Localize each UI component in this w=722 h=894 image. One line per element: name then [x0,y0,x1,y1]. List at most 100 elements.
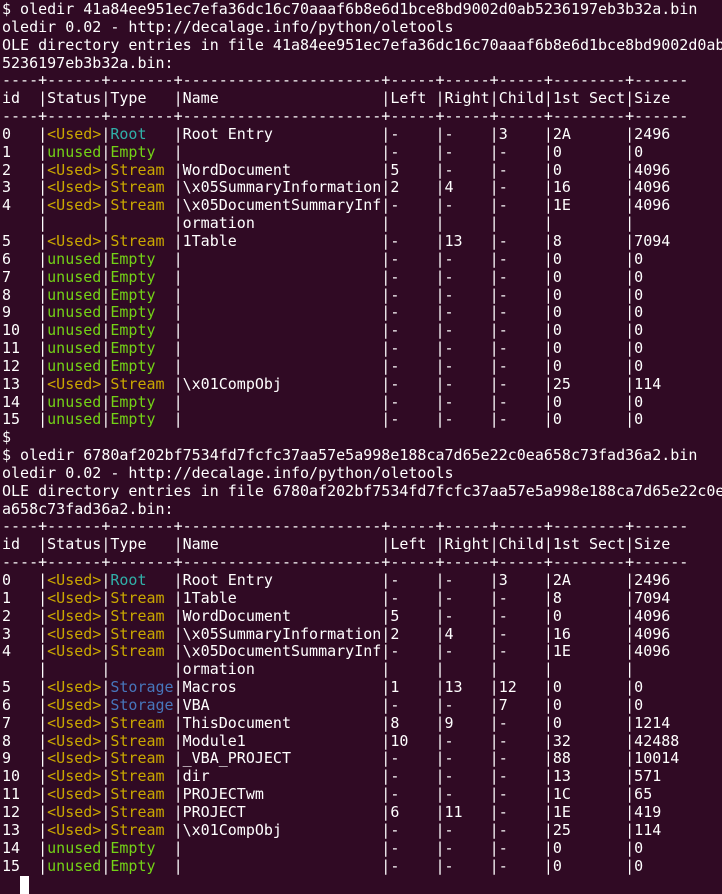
terminal-text-yellow: <Used> [47,749,101,767]
terminal-text-green: unused [47,303,101,321]
terminal-text: $ oledir 6780af202bf7534fd7fcfc37aa57e5a… [2,446,697,464]
terminal-line: 9 |unused|Empty | |- |- |- |0 |0 [2,304,722,322]
terminal-text: 6 | [2,696,47,714]
terminal-text-green: Empty [110,268,173,286]
terminal-text: |VBA |- |- |7 |0 |0 [174,696,644,714]
terminal-text: 12 | [2,357,47,375]
terminal-text-green: unused [47,250,101,268]
terminal-line: 14 |unused|Empty | |- |- |- |0 |0 [2,394,722,412]
terminal-text: |PROJECTwm |- |- |- |1C |65 [174,785,653,803]
terminal-text-green: unused [47,143,101,161]
terminal-text-yellow: Stream [110,803,173,821]
terminal-text: |Module1 |10 |- |- |32 |42488 [174,732,680,750]
terminal-line: 6 |<Used>|Storage|VBA |- |- |7 |0 |0 [2,697,722,715]
terminal-text-yellow: Stream [110,178,173,196]
terminal-text: id |Status|Type |Name |Left |Right|Child… [2,535,670,553]
terminal-text: | |- |- |- |0 |0 [174,143,644,161]
terminal-text: | |- |- |- |0 |0 [174,339,644,357]
terminal-text: | |- |- |- |0 |0 [174,321,644,339]
terminal-text: | |- |- |- |0 |0 [174,839,644,857]
terminal-text: 11 | [2,785,47,803]
terminal-line: ----+------+-------+--------------------… [2,554,722,572]
terminal-line: oledir 0.02 - http://decalage.info/pytho… [2,465,722,483]
terminal-text-yellow: Stream [110,161,173,179]
terminal-text: |\x05DocumentSummaryInf|- |- |- |1E |409… [174,642,671,660]
terminal-text-yellow: Stream [110,607,173,625]
terminal-text: 14 | [2,839,47,857]
terminal-line: 4 |<Used>|Stream |\x05DocumentSummaryInf… [2,643,722,661]
terminal-text: 2 | [2,161,47,179]
terminal-line: a658c73fad36a2.bin: [2,501,722,519]
terminal-text: 6 | [2,250,47,268]
terminal-text-green: Empty [110,250,173,268]
terminal-text: id |Status|Type |Name |Left |Right|Child… [2,89,670,107]
terminal-line: 9 |<Used>|Stream |_VBA_PROJECT |- |- |- … [2,750,722,768]
terminal-line: 12 |unused|Empty | |- |- |- |0 |0 [2,358,722,376]
terminal-text: OLE directory entries in file 41a84ee951… [2,36,722,54]
terminal-text-yellow: Stream [110,625,173,643]
terminal-text-green: Empty [110,339,173,357]
terminal-text-yellow: <Used> [47,678,101,696]
terminal-line: 0 |<Used>|Root |Root Entry |- |- |3 |2A … [2,572,722,590]
terminal-text: 10 | [2,767,47,785]
terminal-line: ----+------+-------+--------------------… [2,108,722,126]
terminal-cursor[interactable] [20,876,29,894]
terminal-line: 6 |unused|Empty | |- |- |- |0 |0 [2,251,722,269]
terminal-output: $ oledir 41a84ee951ec7efa36dc16c70aaaf6b… [0,0,722,875]
terminal-text-yellow: <Used> [47,196,101,214]
terminal-text: 5236197eb3b32a.bin: [2,54,174,72]
terminal-text: |\x05SummaryInformation|2 |4 |- |16 |409… [174,178,671,196]
terminal-text: | |- |- |- |0 |0 [174,857,644,875]
terminal-line: ----+------+-------+--------------------… [2,518,722,536]
terminal-text: 13 | [2,821,47,839]
terminal-text: |ThisDocument |8 |9 |- |0 |1214 [174,714,671,732]
terminal-text: 1 | [2,143,47,161]
terminal-text: | | |ormation | | | | | [2,660,634,678]
terminal-line: 4 |<Used>|Stream |\x05DocumentSummaryInf… [2,197,722,215]
terminal-text-yellow: <Used> [47,589,101,607]
terminal-line: 13 |<Used>|Stream |\x01CompObj |- |- |- … [2,376,722,394]
terminal-line: OLE directory entries in file 41a84ee951… [2,37,722,55]
terminal-text: 9 | [2,303,47,321]
terminal-line: id |Status|Type |Name |Left |Right|Child… [2,90,722,108]
terminal-line: 11 |<Used>|Stream |PROJECTwm |- |- |- |1… [2,786,722,804]
terminal-text-yellow: Stream [110,196,173,214]
terminal-text: 4 | [2,642,47,660]
terminal-line: 3 |<Used>|Stream |\x05SummaryInformation… [2,626,722,644]
terminal-line: id |Status|Type |Name |Left |Right|Child… [2,536,722,554]
terminal-text-yellow: Stream [110,767,173,785]
terminal-line: 7 |unused|Empty | |- |- |- |0 |0 [2,269,722,287]
terminal-text: 5 | [2,678,47,696]
terminal-text-yellow: Stream [110,714,173,732]
terminal-text-green: unused [47,339,101,357]
terminal-text: 7 | [2,268,47,286]
terminal-text-green: unused [47,839,101,857]
terminal-text-yellow: Stream [110,749,173,767]
terminal-text: | |- |- |- |0 |0 [174,250,644,268]
terminal-text-green: Empty [110,357,173,375]
terminal-line: 3 |<Used>|Stream |\x05SummaryInformation… [2,179,722,197]
terminal-text-yellow: <Used> [47,625,101,643]
terminal-text-yellow: <Used> [47,803,101,821]
terminal-text-yellow: <Used> [47,125,101,143]
terminal-text: oledir 0.02 - http://decalage.info/pytho… [2,18,454,36]
terminal-text-yellow: <Used> [47,785,101,803]
terminal-text: ----+------+-------+--------------------… [2,107,688,125]
terminal-line: 10 |unused|Empty | |- |- |- |0 |0 [2,322,722,340]
terminal-text-green: unused [47,286,101,304]
terminal-text-blue: Storage [110,678,173,696]
terminal-text-yellow: <Used> [47,571,101,589]
terminal-text-yellow: <Used> [47,607,101,625]
terminal-line: 2 |<Used>|Stream |WordDocument |5 |- |- … [2,162,722,180]
terminal-text-green: Empty [110,286,173,304]
terminal-text-yellow: <Used> [47,161,101,179]
terminal-text: 3 | [2,178,47,196]
terminal-text-green: Empty [110,393,173,411]
terminal-text: |Root Entry |- |- |3 |2A |2496 [174,125,671,143]
terminal-text-green: unused [47,857,101,875]
terminal-text: 8 | [2,732,47,750]
terminal-text: |Root Entry |- |- |3 |2A |2496 [174,571,671,589]
terminal-line: 14 |unused|Empty | |- |- |- |0 |0 [2,840,722,858]
terminal-text: | | |ormation | | | | | [2,214,634,232]
terminal-text: ----+------+-------+--------------------… [2,553,688,571]
